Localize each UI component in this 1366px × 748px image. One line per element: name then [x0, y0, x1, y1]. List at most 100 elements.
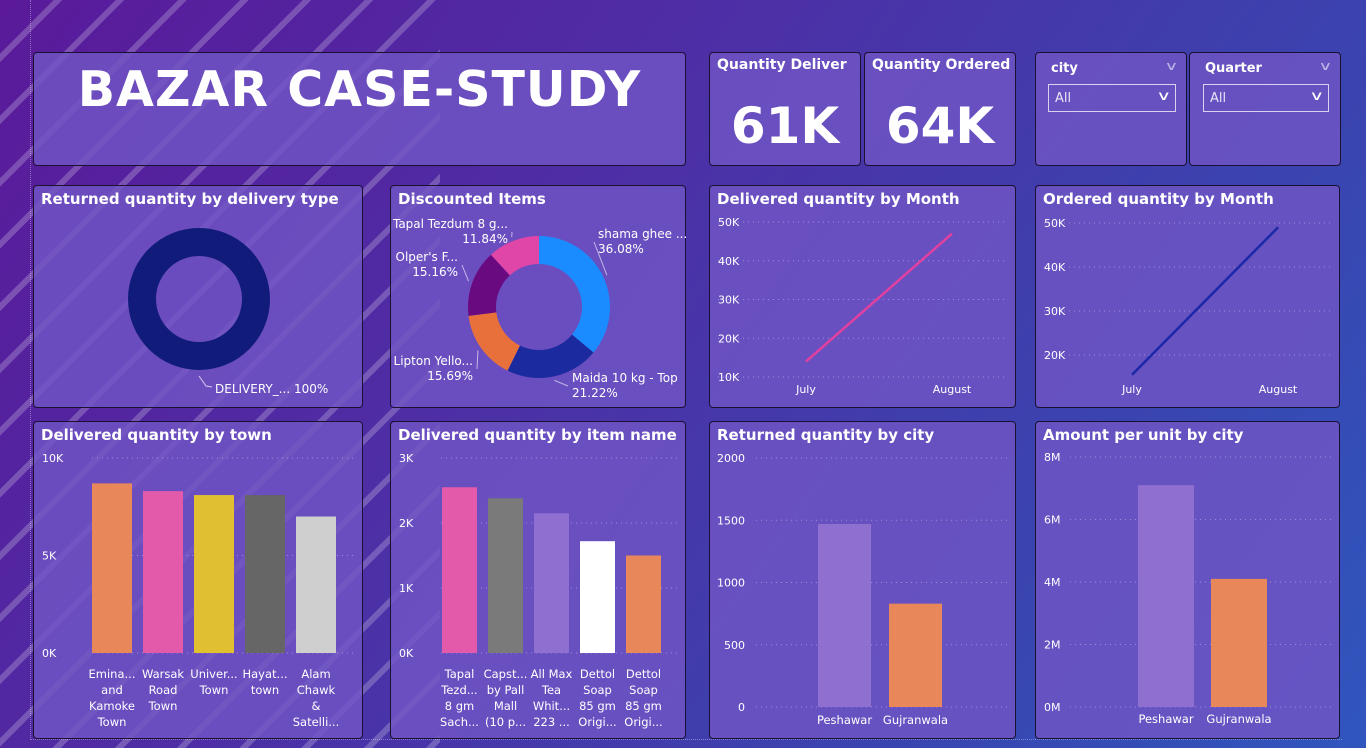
slice-percent: 15.69% [427, 369, 473, 383]
x-tick-label: Soap [629, 683, 658, 697]
bar-chart-delivered-by-town: 0K 5K 10K Emina... and Kamoke Town Warsak Road To… [42, 452, 356, 729]
slicer-label: city [1051, 61, 1078, 76]
x-tick-label: Sach... [440, 715, 479, 729]
x-tick-label: Town [199, 683, 229, 697]
y-tick-label: 40K [1044, 261, 1066, 274]
kpi-value: 61K [730, 97, 840, 155]
bar [442, 487, 477, 653]
x-tick-label: Peshawar [1138, 712, 1193, 726]
y-tick-label: 4M [1044, 576, 1061, 589]
slicer-label: Quarter [1205, 61, 1262, 76]
x-tick-label: July [795, 383, 816, 396]
slice-percent: 15.16% [412, 265, 458, 279]
title-banner: BAZAR CASE-STUDY [33, 52, 686, 166]
chart-card-returned-by-city[interactable]: Returned quantity by city 0 500 1000 1500 20… [709, 421, 1016, 739]
y-tick-label: 10K [42, 452, 64, 465]
y-tick-label: 2M [1044, 639, 1061, 652]
bar [92, 483, 132, 653]
leader-line [476, 350, 479, 370]
bar [143, 491, 183, 653]
x-tick-label: 85 gm [579, 699, 616, 713]
x-tick-label: Univer... [190, 667, 237, 681]
y-tick-label: 10K [718, 371, 740, 384]
x-tick-label: Warsak [142, 667, 184, 681]
x-tick-label: Dettol [626, 667, 661, 681]
series-line [1131, 226, 1279, 376]
dropdown-value: All [1210, 91, 1227, 106]
chart-card-discounted-items[interactable]: Discounted Items shama ghee ... 36.08% Mai… [390, 185, 687, 408]
y-tick-label: 6M [1044, 514, 1061, 527]
kpi-card-quantity-deliver[interactable]: Quantity Deliver 61K [709, 52, 861, 166]
x-tick-label: Town [97, 715, 127, 729]
x-tick-label: by Pall [487, 683, 525, 697]
leader-line [461, 264, 470, 282]
bar [626, 555, 661, 653]
x-tick-label: Chawk [297, 683, 336, 697]
bar [818, 523, 871, 707]
y-tick-label: 3K [399, 452, 414, 465]
y-tick-label: 2000 [717, 452, 745, 465]
chevron-down-icon[interactable]: ∨ [1165, 59, 1179, 73]
chart-card-delivered-by-item[interactable]: Delivered quantity by item name 0K 1K 2K 3K… [390, 421, 686, 739]
bar [534, 513, 569, 653]
line-chart-ordered-by-month: 20K 30K 40K 50K July August [1044, 217, 1334, 396]
chevron-down-icon: ∨ [1156, 89, 1172, 104]
bar [194, 495, 234, 653]
chart-card-ordered-by-month[interactable]: Ordered quantity by Month 20K 30K 40K 50K Ju… [1035, 185, 1340, 408]
quarter-dropdown[interactable]: All ∨ [1203, 84, 1329, 112]
x-tick-label: Kamoke [89, 699, 135, 713]
kpi-value: 64K [885, 97, 995, 155]
chevron-down-icon[interactable]: ∨ [1319, 59, 1333, 73]
chart-card-delivered-by-month[interactable]: Delivered quantity by Month 10K 20K 30K 40K… [709, 185, 1016, 408]
bar-chart-returned-by-city: 0 500 1000 1500 2000 Peshawar Gujranwala [717, 452, 1008, 727]
page-title: BAZAR CASE-STUDY [77, 61, 642, 118]
bar [1211, 578, 1267, 707]
y-tick-label: 0K [399, 647, 414, 660]
x-tick-label: Origi... [624, 715, 662, 729]
slice-label: Tapal Tezdum 8 g... [392, 217, 508, 231]
x-tick-label: (10 p... [485, 715, 526, 729]
chart-card-amount-per-unit-by-city[interactable]: Amount per unit by city 0M 2M 4M 6M 8M Peshaw… [1035, 421, 1340, 739]
x-tick-label: Dettol [580, 667, 615, 681]
city-slicer: city ∨ All ∨ [1035, 52, 1187, 166]
x-tick-label: Tea [541, 683, 561, 697]
x-tick-label: 8 gm [445, 699, 474, 713]
x-tick-label: Mall [494, 699, 517, 713]
x-tick-label: Gujranwala [883, 713, 948, 727]
y-tick-label: 20K [1044, 349, 1066, 362]
slice-label: Lipton Yello... [394, 354, 473, 368]
slice-percent: 21.22% [572, 386, 618, 400]
x-tick-label: Peshawar [817, 713, 872, 727]
leader-line [554, 379, 569, 387]
line-chart-delivered-by-month: 10K 20K 30K 40K 50K July August [718, 216, 1008, 396]
bar [889, 603, 942, 707]
y-tick-label: 0K [42, 647, 57, 660]
y-tick-label: 0M [1044, 701, 1061, 714]
slice-label: DELIVERY_... 100% [215, 382, 328, 396]
chart-card-returned-by-delivery-type[interactable]: Returned quantity by delivery type DELIV… [33, 185, 363, 408]
y-tick-label: 1000 [717, 577, 745, 590]
slice-percent: 11.84% [462, 232, 508, 246]
y-tick-label: 2K [399, 517, 414, 530]
city-dropdown[interactable]: All ∨ [1048, 84, 1176, 112]
x-tick-label: Emina... [89, 667, 136, 681]
quarter-slicer: Quarter ∨ All ∨ [1189, 52, 1341, 166]
bar [296, 516, 336, 653]
chart-card-delivered-by-town[interactable]: Delivered quantity by town 0K 5K 10K Emina.… [33, 421, 363, 739]
slice-label: Olper's F... [396, 250, 459, 264]
bar [245, 495, 285, 653]
donut-chart-delivery-type: DELIVERY_... 100% [128, 228, 328, 396]
kpi-card-quantity-ordered[interactable]: Quantity Ordered 64K [864, 52, 1016, 166]
x-tick-label: July [1121, 383, 1142, 396]
donut-slice [128, 228, 270, 370]
x-tick-label: All Max [531, 667, 573, 681]
y-tick-label: 30K [1044, 305, 1066, 318]
y-tick-label: 30K [718, 294, 740, 307]
bar-chart-delivered-by-item: 0K 1K 2K 3K Tapal Tezd... 8 gm Sach... Capst... b… [399, 452, 679, 729]
y-tick-label: 8M [1044, 451, 1061, 464]
dropdown-value: All [1055, 91, 1072, 106]
y-tick-label: 5K [42, 550, 57, 563]
x-tick-label: Hayat... [242, 667, 287, 681]
slice-percent: 36.08% [598, 242, 644, 256]
bar-chart-amount-per-unit-by-city: 0M 2M 4M 6M 8M Peshawar Gujranwala [1044, 451, 1334, 726]
